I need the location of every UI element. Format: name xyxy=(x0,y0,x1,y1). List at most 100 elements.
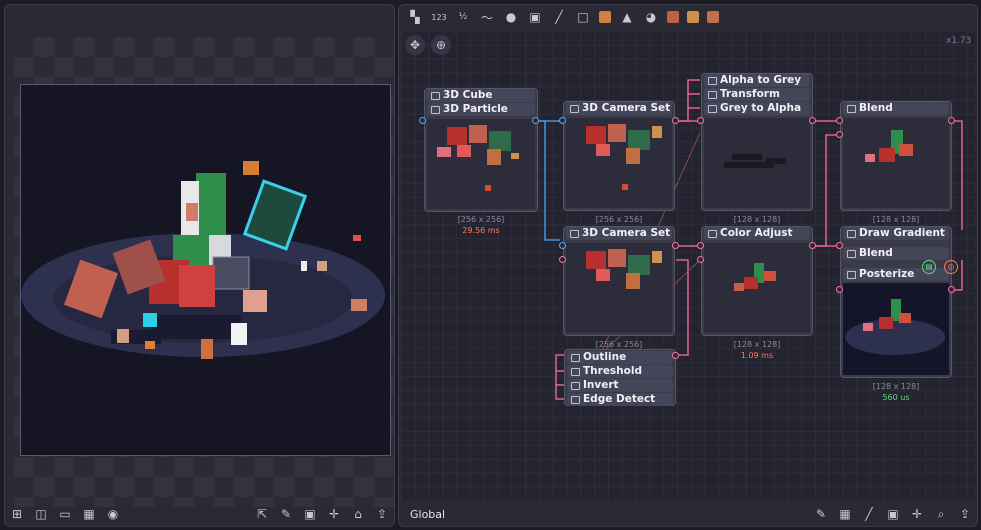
node-size: [128 x 128] xyxy=(733,215,781,224)
input-pin[interactable] xyxy=(697,256,704,263)
swatch-red-icon[interactable] xyxy=(667,11,679,23)
preview-canvas[interactable] xyxy=(20,84,391,456)
output-pin[interactable] xyxy=(948,286,955,293)
file-icon[interactable]: ▣ xyxy=(526,8,544,26)
node-time: 560 us xyxy=(882,393,910,402)
export-icon[interactable]: ⇱ xyxy=(253,505,271,523)
output-pin[interactable] xyxy=(672,352,679,359)
crosshair-icon[interactable]: ✛ xyxy=(325,505,343,523)
preview-panel: ⊞ ◫ ▭ ▦ ◉ ⇱ ✎ ▣ ✛ ⌂ ⇪ xyxy=(4,4,395,527)
node-size: [256 x 256] xyxy=(457,215,505,224)
grid-icon[interactable]: ▦ xyxy=(836,505,854,523)
input-pin[interactable] xyxy=(697,117,704,124)
zoom-icon[interactable]: ⊕ xyxy=(431,35,451,55)
node-title: Blend xyxy=(843,247,949,260)
graph-toolbar: ▚ 123 ½ 〜 ● ▣ ╱ □ ▲ ◕ xyxy=(399,5,977,29)
output-pin[interactable] xyxy=(809,117,816,124)
node-size: [256 x 256] xyxy=(595,215,643,224)
node-title: 3D Cube xyxy=(427,89,535,102)
output-target-icon[interactable]: ◎ xyxy=(944,260,958,274)
node-time: 29.56 ms xyxy=(462,226,500,235)
node-title: Blend xyxy=(843,102,949,115)
brush-icon[interactable]: ✎ xyxy=(277,505,295,523)
node-title: Threshold xyxy=(567,365,673,378)
node-preview-thumbnail xyxy=(566,118,672,208)
input-pin[interactable] xyxy=(836,286,843,293)
grid-icon[interactable]: ▦ xyxy=(80,505,98,523)
output-pin[interactable] xyxy=(532,117,539,124)
node-blend-1[interactable]: Blend xyxy=(840,101,952,211)
output-pin[interactable] xyxy=(672,242,679,249)
node-3d-camera-set-1[interactable]: 3D Camera Set xyxy=(563,101,675,211)
node-preview-thumbnail xyxy=(704,118,810,208)
line-icon[interactable]: ╱ xyxy=(550,8,568,26)
numbers-icon[interactable]: 123 xyxy=(430,8,448,26)
node-color-adjust[interactable]: Color Adjust xyxy=(701,226,813,336)
palette-icon[interactable]: ◉ xyxy=(104,505,122,523)
shapes-icon[interactable]: ● xyxy=(502,8,520,26)
graph-status-bar: ✎ ▦ ╱ ▣ ✛ ⌕ ⇪ xyxy=(399,502,977,526)
half-icon[interactable]: ½ xyxy=(454,8,472,26)
swatch-brown-icon[interactable] xyxy=(707,11,719,23)
node-title: Grey to Alpha xyxy=(704,102,810,115)
preview-toolbar: ⊞ ◫ ▭ ▦ ◉ ⇱ ✎ ▣ ✛ ⌂ ⇪ xyxy=(5,502,394,526)
output-pin[interactable] xyxy=(809,242,816,249)
global-label: Global xyxy=(410,508,446,521)
square-icon[interactable]: □ xyxy=(574,8,592,26)
input-pin[interactable] xyxy=(559,242,566,249)
search-icon[interactable]: ⌕ xyxy=(932,505,950,523)
node-title: Alpha to Grey xyxy=(704,74,810,87)
swatch-orange-icon[interactable] xyxy=(687,11,699,23)
crosshair-icon[interactable]: ✛ xyxy=(908,505,926,523)
split-icon[interactable]: ◫ xyxy=(32,505,50,523)
node-preview-thumbnail xyxy=(427,119,535,209)
node-size: [128 x 128] xyxy=(733,340,781,349)
output-pin[interactable] xyxy=(672,117,679,124)
node-3d-camera-set-2[interactable]: 3D Camera Set xyxy=(563,226,675,336)
line-icon[interactable]: ╱ xyxy=(860,505,878,523)
input-pin[interactable] xyxy=(836,117,843,124)
node-filter-chain[interactable]: Outline Threshold Invert Edge Detect xyxy=(564,349,676,406)
render-preview-image xyxy=(21,161,385,359)
node-title: 3D Particle xyxy=(427,103,535,116)
input-pin[interactable] xyxy=(836,131,843,138)
node-size: [128 x 128] xyxy=(872,382,920,391)
mountain-icon[interactable]: ▲ xyxy=(618,8,636,26)
output-pin[interactable] xyxy=(948,117,955,124)
rgb-icon[interactable]: ◕ xyxy=(642,8,660,26)
preview-toggle-icon[interactable]: ▤ xyxy=(922,260,936,274)
frame-icon[interactable]: ▭ xyxy=(56,505,74,523)
input-pin[interactable] xyxy=(697,242,704,249)
layer-icon[interactable]: ▣ xyxy=(884,505,902,523)
brush-icon[interactable]: ✎ xyxy=(812,505,830,523)
node-title: Outline xyxy=(567,351,673,364)
node-title: Transform xyxy=(704,88,810,101)
node-title: Edge Detect xyxy=(567,393,673,406)
color-swatch-icon[interactable] xyxy=(599,11,611,23)
node-size: [128 x 128] xyxy=(872,215,920,224)
input-pin[interactable] xyxy=(836,242,843,249)
upload-icon[interactable]: ⇪ xyxy=(956,505,974,523)
add-icon[interactable]: ⊞ xyxy=(8,505,26,523)
node-title: Draw Gradient xyxy=(843,227,949,240)
input-pin[interactable] xyxy=(419,117,426,124)
node-title: 3D Camera Set xyxy=(566,227,672,240)
node-preview-thumbnail xyxy=(704,243,810,333)
node-3d-particle[interactable]: 3D Cube 3D Particle xyxy=(424,88,538,212)
node-title: Invert xyxy=(567,379,673,392)
pan-icon[interactable]: ✥ xyxy=(405,35,425,55)
node-grey-to-alpha[interactable]: Alpha to Grey Transform Grey to Alpha xyxy=(701,73,813,211)
node-preview-thumbnail xyxy=(566,243,672,333)
nodes-icon[interactable]: ▚ xyxy=(406,8,424,26)
node-title: 3D Camera Set xyxy=(566,102,672,115)
node-preview-thumbnail xyxy=(843,118,949,208)
input-pin[interactable] xyxy=(559,256,566,263)
node-posterize[interactable]: Draw Gradient Blend Posterize xyxy=(840,226,952,378)
lock-icon[interactable]: ⌂ xyxy=(349,505,367,523)
layer-icon[interactable]: ▣ xyxy=(301,505,319,523)
input-pin[interactable] xyxy=(559,117,566,124)
node-time: 1.09 ms xyxy=(740,351,774,360)
node-preview-thumbnail xyxy=(843,283,949,375)
upload-icon[interactable]: ⇪ xyxy=(373,505,391,523)
curve-icon[interactable]: 〜 xyxy=(478,8,496,26)
